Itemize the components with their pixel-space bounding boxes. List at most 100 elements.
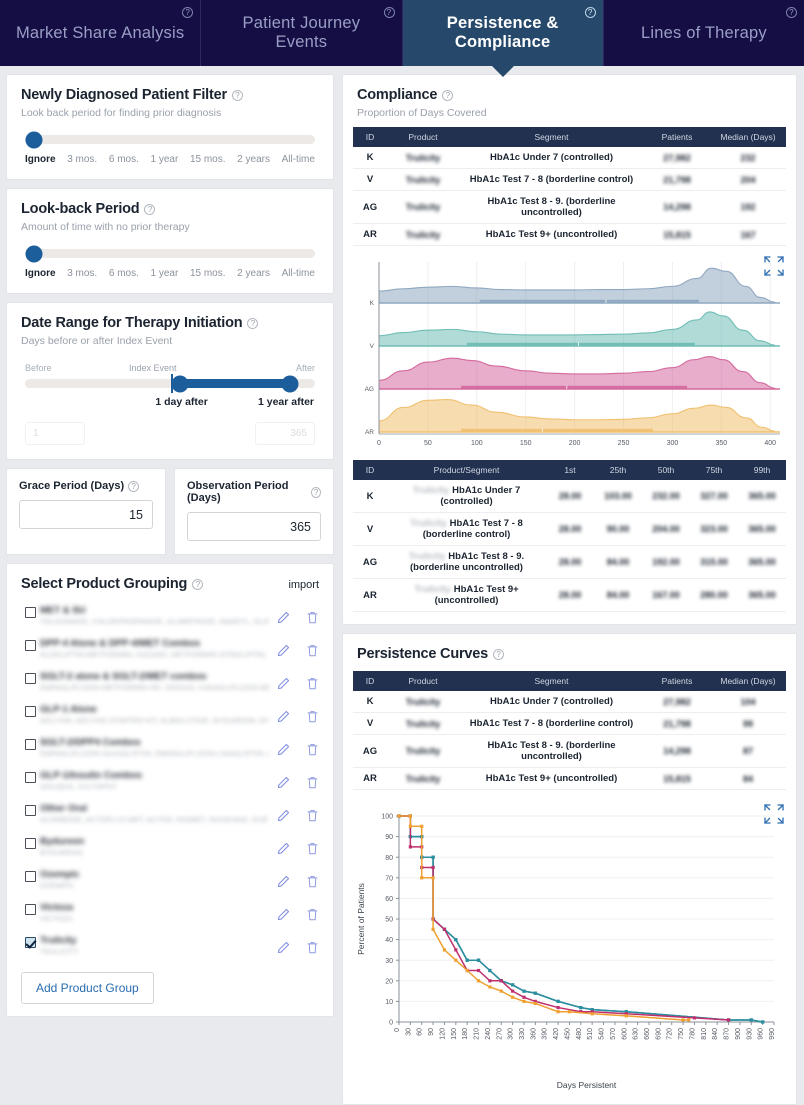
tick-1year[interactable]: 1 year [151,268,179,279]
product-group-item[interactable]: MET & SU TOLAZAMIDE, CHLORPROPAMIDE, GLIM… [21,600,319,633]
delete-icon[interactable] [306,842,319,855]
help-icon[interactable]: ? [786,7,797,18]
edit-icon[interactable] [277,677,290,690]
product-group-item[interactable]: SGLT-2/DPP4 Combos EMPAGLIFLOZIN-SAXAGLIP… [21,732,319,765]
tick-1year[interactable]: 1 year [151,154,179,165]
expand-icon[interactable] [764,804,784,824]
help-icon[interactable]: ? [493,648,505,660]
edit-icon[interactable] [277,743,290,756]
tick-6mos[interactable]: 6 mos. [109,154,139,165]
edit-icon[interactable] [277,809,290,822]
slider-knob-high[interactable] [281,375,299,392]
lookback-slider[interactable]: Ignore 3 mos. 6 mos. 1 year 15 mos. 2 ye… [21,245,319,279]
product-group-checkbox[interactable] [25,937,36,948]
tick-2years[interactable]: 2 years [237,154,270,165]
product-group-item[interactable]: GLP-1 Alone ADLYXIN, ADLYXIN STARTER KIT,… [21,699,319,732]
table-row[interactable]: V Trulicity HbA1c Test 7 - 8 (borderline c… [353,712,786,735]
help-icon[interactable]: ? [182,7,194,18]
product-group-item[interactable]: Trulicity TRULICITY [21,930,319,963]
slider-track[interactable] [25,374,315,393]
product-group-checkbox[interactable] [25,706,36,717]
newly-diagnosed-slider[interactable]: Ignore 3 mos. 6 mos. 1 year 15 mos. 2 ye… [21,131,319,165]
edit-icon[interactable] [277,611,290,624]
delete-icon[interactable] [306,644,319,657]
delete-icon[interactable] [306,776,319,789]
delete-icon[interactable] [306,809,319,822]
table-row[interactable]: K Trulicity HbA1c Under 7 (controlled) 28.0… [353,480,786,513]
help-icon[interactable]: ? [311,486,321,498]
table-row[interactable]: AR Trulicity HbA1c Test 9+ (uncontrolled) 2… [353,578,786,612]
product-group-checkbox[interactable] [25,739,36,750]
edit-icon[interactable] [277,776,290,789]
tick-15mos[interactable]: 15 mos. [190,154,226,165]
delete-icon[interactable] [306,677,319,690]
product-group-checkbox[interactable] [25,904,36,915]
tick-2years[interactable]: 2 years [237,268,270,279]
delete-icon[interactable] [306,611,319,624]
tick-6mos[interactable]: 6 mos. [109,268,139,279]
tick-15mos[interactable]: 15 mos. [190,268,226,279]
date-range-slider[interactable]: Before Index Event After 1 day after 1 y… [21,359,319,445]
grace-period-input[interactable] [19,500,153,529]
product-group-item[interactable]: Victoza VICTOZA [21,897,319,930]
product-group-checkbox[interactable] [25,838,36,849]
edit-icon[interactable] [277,941,290,954]
date-range-low-input[interactable]: 1 [25,422,85,445]
slider-knob-low[interactable] [171,375,189,392]
date-range-high-input[interactable]: 365 [255,422,315,445]
tick-alltime[interactable]: All-time [282,154,315,165]
tick-3mos[interactable]: 3 mos. [67,268,97,279]
help-icon[interactable]: ? [192,578,204,590]
table-row[interactable]: V Trulicity HbA1c Test 7 - 8 (borderline c… [353,512,786,546]
tick-ignore[interactable]: Ignore [25,268,56,279]
slider-knob[interactable] [25,131,43,148]
tick-ignore[interactable]: Ignore [25,154,56,165]
import-link[interactable]: import [288,579,319,591]
observation-period-input[interactable] [187,512,321,541]
delete-icon[interactable] [306,875,319,888]
product-group-item[interactable]: DPP-4 Alone & DPP-4/MET Combos ALOGLIPTIN… [21,633,319,666]
table-row[interactable]: AG Trulicity HbA1c Test 8 - 9. (borderline… [353,545,786,579]
product-group-item[interactable]: Other Oral ACARBOSE, ACTOPLUS MET, ACTOS,… [21,798,319,831]
tab-market-share-analysis[interactable]: Market Share Analysis ? [0,0,202,66]
edit-icon[interactable] [277,710,290,723]
tab-persistence-compliance[interactable]: Persistence & Compliance ? [402,0,604,77]
edit-icon[interactable] [277,875,290,888]
table-row[interactable]: V Trulicity HbA1c Test 7 - 8 (borderline c… [353,168,786,191]
help-icon[interactable]: ? [128,480,140,492]
slider-track[interactable] [25,131,315,148]
product-group-checkbox[interactable] [25,871,36,882]
tick-3mos[interactable]: 3 mos. [67,154,97,165]
product-group-checkbox[interactable] [25,772,36,783]
help-icon[interactable]: ? [584,7,596,18]
delete-icon[interactable] [306,908,319,921]
slider-knob[interactable] [25,245,43,262]
table-row[interactable]: K Trulicity HbA1c Under 7 (controlled) 27,9… [353,691,786,713]
product-group-checkbox[interactable] [25,805,36,816]
help-icon[interactable]: ? [231,89,243,101]
tab-patient-journey-events[interactable]: Patient Journey Events ? [201,0,403,66]
product-group-checkbox[interactable] [25,640,36,651]
tab-lines-of-therapy[interactable]: Lines of Therapy ? [603,0,804,66]
help-icon[interactable]: ? [144,203,156,215]
table-row[interactable]: K Trulicity HbA1c Under 7 (controlled) 27,9… [353,147,786,169]
slider-track[interactable] [25,245,315,262]
edit-icon[interactable] [277,644,290,657]
table-row[interactable]: AG Trulicity HbA1c Test 8 - 9. (borderline… [353,190,786,224]
help-icon[interactable]: ? [383,7,395,18]
product-group-item[interactable]: GLP-1/Insulin Combos SOLIQUA, XULTOPHY [21,765,319,798]
expand-icon[interactable] [764,256,784,276]
delete-icon[interactable] [306,710,319,723]
delete-icon[interactable] [306,743,319,756]
product-group-checkbox[interactable] [25,673,36,684]
table-row[interactable]: AR Trulicity HbA1c Test 9+ (uncontrolled) 1… [353,767,786,790]
edit-icon[interactable] [277,842,290,855]
help-icon[interactable]: ? [442,89,454,101]
product-group-checkbox[interactable] [25,607,36,618]
table-row[interactable]: AG Trulicity HbA1c Test 8 - 9. (borderline… [353,734,786,768]
table-row[interactable]: AR Trulicity HbA1c Test 9+ (uncontrolled) 1… [353,223,786,246]
product-group-item[interactable]: Ozempic OZEMPIC [21,864,319,897]
tick-alltime[interactable]: All-time [282,268,315,279]
edit-icon[interactable] [277,908,290,921]
help-icon[interactable]: ? [247,317,259,329]
